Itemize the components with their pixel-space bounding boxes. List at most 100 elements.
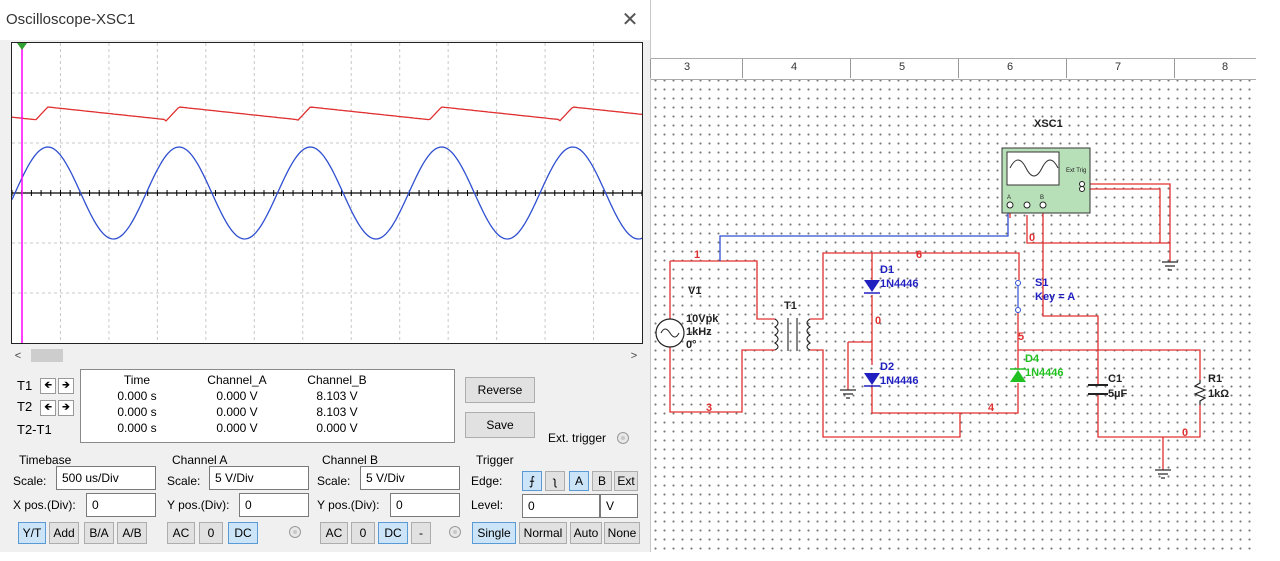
ruler-tick: 6: [1007, 61, 1014, 73]
s1-key: Key = A: [1035, 291, 1075, 303]
timebase-scale-field[interactable]: 500 us/Div: [56, 466, 156, 490]
diff-time: 0.000 s: [117, 421, 157, 435]
trigger-source-ext-button[interactable]: Ext: [614, 471, 638, 491]
channel-a-dc-button[interactable]: DC: [228, 522, 258, 544]
scope-display[interactable]: [11, 42, 643, 344]
trigger-auto-button[interactable]: Auto: [570, 522, 602, 544]
d2-part: 1N4446: [880, 375, 919, 387]
diode-d4-icon: [1010, 368, 1026, 382]
v1-amplitude: 10Vpk: [686, 313, 719, 325]
circuit-diagram: XSC1 Ext Trig A B V1 10Vpk 1kHz 0° T1 D1…: [655, 118, 1229, 479]
pin-b-label: B: [1040, 195, 1044, 201]
switch-icon[interactable]: [1015, 280, 1021, 313]
falling-edge-icon[interactable]: ʅ: [545, 471, 565, 491]
trigger-normal-button[interactable]: Normal: [519, 522, 567, 544]
diode-d1-icon: [864, 280, 880, 294]
channel-b-trace: [12, 106, 642, 122]
channel-b-ac-button[interactable]: AC: [320, 522, 348, 544]
sheet-ruler: 3 4 5 6 7 8: [650, 58, 1256, 80]
trigger-source-a-button[interactable]: A: [569, 471, 589, 491]
channel-b-radio[interactable]: [449, 526, 461, 538]
ruler-tick: 5: [899, 61, 906, 73]
t2-left-arrow-button[interactable]: 🡸: [40, 400, 56, 416]
s1-label: S1: [1035, 277, 1048, 289]
net-label: 3: [706, 402, 712, 414]
trigger-source-b-button[interactable]: B: [592, 471, 612, 491]
channel-a-radio[interactable]: [289, 526, 301, 538]
trigger-level-unit[interactable]: V: [600, 494, 638, 518]
timebase-scale-label: Scale:: [13, 474, 47, 488]
trigger-none-button[interactable]: None: [604, 522, 640, 544]
title-bar: Oscilloscope-XSC1 ✕: [0, 0, 650, 40]
mode-add-button[interactable]: Add: [49, 522, 79, 544]
t1-left-arrow-button[interactable]: 🡸: [40, 378, 56, 394]
channel-a-scale-field[interactable]: 5 V/Div: [209, 466, 309, 490]
oscilloscope-window: Oscilloscope-XSC1 ✕ < > T1 🡸 🡺 T2 🡸 🡺 T2…: [0, 0, 651, 552]
scroll-thumb[interactable]: [31, 349, 63, 362]
timebase-title: Timebase: [19, 453, 72, 467]
d4-label: D4: [1025, 353, 1040, 365]
col-header-channel-b: Channel_B: [307, 373, 367, 387]
rising-edge-icon[interactable]: ⨍: [522, 471, 542, 491]
cursor-t1-label: T1: [17, 378, 33, 393]
resistor-icon: [1193, 380, 1207, 405]
v1-label: V1: [688, 285, 701, 297]
v1-phase: 0°: [686, 339, 697, 351]
cursor-readout-table: Time Channel_A Channel_B 0.000 s 0.000 V…: [80, 369, 455, 443]
ext-trig-label: Ext Trig: [1066, 168, 1086, 174]
channel-b-ypos-label: Y pos.(Div):: [317, 498, 380, 512]
readout-row-t1: 0.000 s 0.000 V 8.103 V: [87, 388, 387, 404]
mode-ab-button[interactable]: A/B: [117, 522, 147, 544]
d4-part: 1N4446: [1025, 367, 1064, 379]
channel-b-zero-button[interactable]: 0: [351, 522, 375, 544]
trigger-single-button[interactable]: Single: [472, 522, 516, 544]
timebase-xpos-field[interactable]: 0: [86, 493, 156, 517]
ac-source-icon: [655, 318, 685, 348]
horizontal-scrollbar[interactable]: < >: [11, 346, 641, 366]
r1-value: 1kΩ: [1208, 388, 1229, 400]
transformer-icon: [774, 318, 811, 351]
oscilloscope-instrument-icon[interactable]: [1001, 147, 1091, 214]
circuit-wires: [669, 183, 1201, 470]
channel-b-dc-button[interactable]: DC: [378, 522, 408, 544]
net-label: 0: [1182, 427, 1188, 439]
scroll-left-icon[interactable]: <: [11, 348, 25, 364]
window-title: Oscilloscope-XSC1: [6, 11, 136, 28]
channel-a-zero-button[interactable]: 0: [199, 522, 223, 544]
ruler-tick: 4: [791, 61, 798, 73]
trigger-level-field[interactable]: 0: [522, 494, 600, 518]
xsc1-label: XSC1: [1034, 118, 1063, 130]
readout-row-t2: 0.000 s 0.000 V 8.103 V: [87, 404, 387, 420]
save-button[interactable]: Save: [465, 412, 535, 438]
mode-yt-button[interactable]: Y/T: [18, 522, 46, 544]
channel-a-ypos-label: Y pos.(Div):: [167, 498, 230, 512]
channel-a-title: Channel A: [172, 453, 228, 467]
cursor-handle-icon: [17, 43, 27, 50]
timebase-xpos-label: X pos.(Div):: [13, 498, 76, 512]
readout-row-diff: 0.000 s 0.000 V 0.000 V: [87, 420, 387, 436]
channel-b-scale-label: Scale:: [317, 474, 351, 488]
channel-b-title: Channel B: [322, 453, 379, 467]
reverse-button[interactable]: Reverse: [465, 377, 535, 403]
ruler-tick: 8: [1222, 61, 1229, 73]
v1-frequency: 1kHz: [686, 326, 712, 338]
d1-part: 1N4446: [880, 278, 919, 290]
diode-d2-icon: [864, 373, 880, 387]
net-label: 0: [1029, 232, 1035, 244]
t1-channel-a: 0.000 V: [216, 389, 258, 403]
net-label: 6: [916, 249, 922, 261]
channel-a-ypos-field[interactable]: 0: [239, 493, 309, 517]
channel-b-ypos-field[interactable]: 0: [390, 493, 460, 517]
channel-b-scale-field[interactable]: 5 V/Div: [360, 466, 460, 490]
channel-a-ac-button[interactable]: AC: [167, 522, 195, 544]
schematic-canvas[interactable]: XSC1 Ext Trig A B V1 10Vpk 1kHz 0° T1 D1…: [651, 58, 1256, 552]
trigger-title: Trigger: [476, 453, 514, 467]
t2-right-arrow-button[interactable]: 🡺: [58, 400, 74, 416]
t2-time: 0.000 s: [117, 405, 157, 419]
t1-right-arrow-button[interactable]: 🡺: [58, 378, 74, 394]
ext-trigger-radio[interactable]: [617, 432, 629, 444]
mode-ba-button[interactable]: B/A: [84, 522, 114, 544]
channel-b-invert-button[interactable]: -: [411, 522, 431, 544]
close-icon[interactable]: ✕: [616, 5, 644, 35]
scroll-right-icon[interactable]: >: [627, 348, 641, 364]
